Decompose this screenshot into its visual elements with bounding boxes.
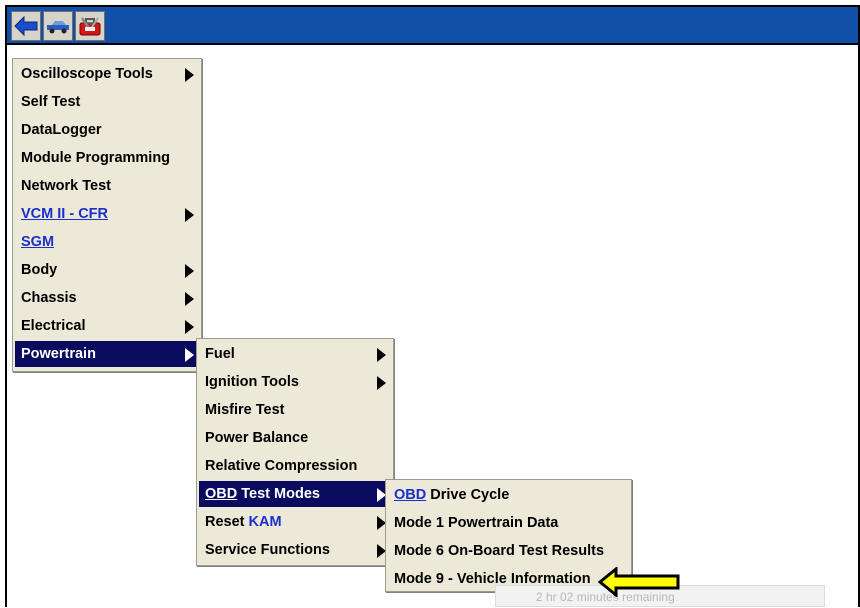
menu-item-label: Fuel [205,346,235,362]
powertrain-item-power-balance[interactable]: Power Balance [199,425,391,451]
menu-item-label: Mode 1 Powertrain Data [394,515,559,531]
menu-item-label: Powertrain [21,346,96,362]
menu-item-sgm[interactable]: SGM [15,229,199,255]
submenu-arrow-icon [185,208,194,222]
menu-item-label: Misfire Test [205,402,285,418]
menu-item-label: DataLogger [21,122,102,138]
powertrain-item-service-functions[interactable]: Service Functions [199,537,391,563]
submenu-arrow-icon [377,376,386,390]
menu-item-label: Oscilloscope Tools [21,66,153,82]
menu-item-vcm-ii-cfr[interactable]: VCM II - CFR [15,201,199,227]
toolbox-button[interactable] [75,11,105,41]
submenu-arrow-icon [185,320,194,334]
menu-item-label: Chassis [21,290,77,306]
menu-item-label: VCM II - CFR [21,206,108,222]
vehicle-icon [47,21,69,34]
menu-item-label: Electrical [21,318,86,334]
menu-item-label-rest: Test Modes [237,486,320,502]
menu-item-label-prefix: OBD [394,487,427,503]
vehicle-button[interactable] [43,11,73,41]
menu-item-network-test[interactable]: Network Test [15,173,199,199]
obd-item-mode-6-on-board-test-results[interactable]: Mode 6 On-Board Test Results [388,538,629,564]
submenu-arrow-icon [185,348,194,362]
menu-item-powertrain[interactable]: Powertrain [15,341,199,367]
menu-item-label: Relative Compression [205,458,358,474]
powertrain-item-ignition-tools[interactable]: Ignition Tools [199,369,391,395]
menu-item-electrical[interactable]: Electrical [15,313,199,339]
submenu-arrow-icon [185,264,194,278]
main-menu: Oscilloscope Tools Self Test DataLogger Mod… [12,58,202,372]
menu-item-label: Network Test [21,178,111,194]
menu-item-chassis[interactable]: Chassis [15,285,199,311]
back-arrow-icon [14,15,38,37]
submenu-arrow-icon [185,292,194,306]
menu-item-label: Self Test [21,94,81,110]
toolbar [7,7,858,45]
toolbox-icon [79,17,101,36]
powertrain-submenu: Fuel Ignition Tools Misfire Test Power Bala… [196,338,394,566]
menu-item-label-prefix: OBD [205,486,238,502]
powertrain-item-obd-test-modes[interactable]: OBD Test Modes [199,481,391,507]
menu-item-label: Mode 6 On-Board Test Results [394,543,605,559]
obd-item-mode-1-powertrain-data[interactable]: Mode 1 Powertrain Data [388,510,629,536]
menu-item-datalogger[interactable]: DataLogger [15,117,199,143]
menu-item-label: Service Functions [205,542,330,558]
callout-arrow-icon [598,567,680,597]
obd-test-modes-submenu: OBD Drive Cycle Mode 1 Powertrain Data Mod… [385,479,632,592]
menu-item-module-programming[interactable]: Module Programming [15,145,199,171]
submenu-arrow-icon [377,348,386,362]
back-button[interactable] [11,11,41,41]
menu-item-label-rest: Drive Cycle [426,487,510,503]
menu-item-label: SGM [21,234,55,250]
menu-item-self-test[interactable]: Self Test [15,89,199,115]
menu-item-oscilloscope-tools[interactable]: Oscilloscope Tools [15,61,199,87]
obd-item-obd-drive-cycle[interactable]: OBD Drive Cycle [388,482,629,508]
menu-item-label: Body [21,262,58,278]
powertrain-item-relative-compression[interactable]: Relative Compression [199,453,391,479]
menu-item-label-prefix: Reset [205,514,249,530]
powertrain-item-misfire-test[interactable]: Misfire Test [199,397,391,423]
menu-item-label: Ignition Tools [205,374,299,390]
powertrain-item-fuel[interactable]: Fuel [199,341,391,367]
menu-item-label-rest: KAM [248,514,282,530]
menu-item-body[interactable]: Body [15,257,199,283]
menu-item-label: Module Programming [21,150,171,166]
powertrain-item-reset-kam[interactable]: Reset KAM [199,509,391,535]
submenu-arrow-icon [185,68,194,82]
menu-item-label: Power Balance [205,430,309,446]
